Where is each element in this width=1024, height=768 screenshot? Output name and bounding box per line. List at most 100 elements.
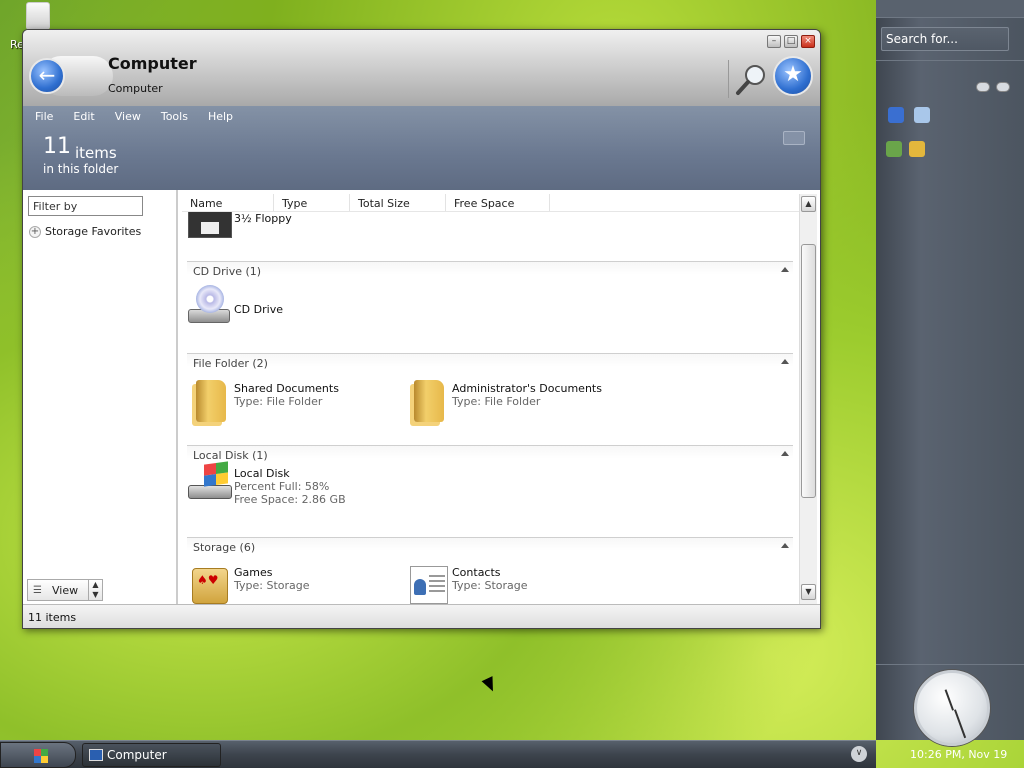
storage-favorites-label: Storage Favorites — [45, 225, 142, 238]
computer-icon — [89, 749, 103, 761]
window-subtitle: Computer — [108, 82, 163, 95]
maximize-button[interactable]: □ — [784, 35, 798, 48]
item-name: Local Disk — [234, 467, 290, 480]
windows-logo-icon — [34, 749, 48, 763]
menu-help[interactable]: Help — [196, 106, 241, 128]
clock-time: 10:26 PM, Nov 19 — [910, 748, 1008, 761]
clock-hour-hand — [944, 689, 954, 711]
group-header-storage[interactable]: Storage (6) — [187, 537, 793, 554]
cd-disc-icon — [196, 285, 224, 313]
item-detail: Type: Storage — [234, 579, 310, 592]
item-name: Contacts — [452, 566, 501, 579]
info-pane-icon[interactable] — [783, 131, 805, 145]
left-pane: Filter by + Storage Favorites ☰ View ▲ ▼ — [23, 190, 178, 604]
list-item-floppy[interactable]: 3½ Floppy — [186, 212, 292, 240]
column-type[interactable]: Type — [274, 194, 350, 211]
minimize-button[interactable]: – — [767, 35, 781, 48]
chevron-down-icon[interactable]: ∨ — [851, 746, 867, 762]
item-name: 3½ Floppy — [234, 212, 292, 225]
hard-disk-icon — [188, 485, 232, 499]
item-name: Shared Documents — [234, 382, 339, 395]
item-count-subtitle: in this folder — [43, 162, 119, 176]
close-button[interactable]: × — [801, 35, 815, 48]
windows-logo-icon — [204, 461, 228, 487]
sidebar-search-input[interactable]: Search for... — [881, 27, 1009, 51]
item-detail: Percent Full: 58% — [234, 480, 330, 493]
collapse-icon[interactable] — [781, 543, 789, 548]
menu-file[interactable]: File — [23, 106, 61, 128]
analog-clock[interactable] — [914, 670, 990, 746]
network-icon[interactable] — [888, 107, 904, 123]
group-title: CD Drive (1) — [193, 265, 262, 278]
toolbar-divider — [728, 60, 729, 98]
update-icon[interactable] — [886, 141, 902, 157]
chat-bubble-icon[interactable] — [996, 82, 1010, 92]
explorer-window: ← Computer Computer ★ – □ × File Edit Vi… — [22, 29, 821, 629]
column-total-size[interactable]: Total Size — [350, 194, 446, 211]
view-button[interactable]: ☰ View ▲ ▼ — [27, 579, 103, 601]
folder-icon — [414, 380, 444, 422]
contacts-icon — [410, 566, 448, 604]
search-icon[interactable] — [735, 62, 769, 96]
sidebar-top-strip — [876, 0, 1024, 18]
item-detail: Type: Storage — [452, 579, 528, 592]
sidebar: Search for... 10:26 PM, Nov 19 — [876, 0, 1024, 761]
scroll-down-button[interactable]: ▼ — [801, 584, 816, 600]
group-header-cd-drive[interactable]: CD Drive (1) — [187, 261, 793, 278]
group-title: Storage (6) — [193, 541, 256, 554]
header-band: File Edit View Tools Help 11 items in th… — [23, 106, 820, 190]
folder-icon — [196, 380, 226, 422]
group-header-file-folder[interactable]: File Folder (2) — [187, 353, 793, 370]
column-headers: Name Type Total Size Free Space — [182, 194, 800, 212]
menu-edit[interactable]: Edit — [61, 106, 102, 128]
column-name[interactable]: Name — [182, 194, 274, 211]
floppy-drive-icon — [188, 212, 232, 238]
collapse-icon[interactable] — [781, 359, 789, 364]
volume-icon[interactable] — [914, 107, 930, 123]
filter-input[interactable]: Filter by — [28, 196, 143, 216]
window-title: Computer — [108, 54, 197, 73]
favorites-star-button[interactable]: ★ — [773, 56, 813, 96]
menu-tools[interactable]: Tools — [149, 106, 196, 128]
item-name: Administrator's Documents — [452, 382, 602, 395]
taskbar-item-label: Computer — [107, 748, 167, 762]
list-item-contacts[interactable]: Contacts Type: Storage — [404, 562, 528, 604]
collapse-icon[interactable] — [781, 267, 789, 272]
content-pane: Name Type Total Size Free Space 3½ Flopp… — [180, 194, 820, 604]
column-free-space[interactable]: Free Space — [446, 194, 550, 211]
item-name: CD Drive — [234, 303, 283, 316]
item-detail: Type: File Folder — [234, 395, 323, 408]
back-button[interactable]: ← — [29, 58, 65, 94]
list-item-shared-documents[interactable]: Shared Documents Type: File Folder — [186, 378, 339, 422]
collapse-icon[interactable] — [781, 451, 789, 456]
group-header-local-disk[interactable]: Local Disk (1) — [187, 445, 793, 462]
vertical-scrollbar[interactable]: ▲ ▼ — [799, 194, 817, 604]
expand-icon[interactable]: + — [29, 225, 41, 238]
list-view-icon: ☰ — [33, 584, 42, 596]
title-bar[interactable]: ← Computer Computer ★ – □ × — [23, 30, 820, 106]
scroll-thumb[interactable] — [801, 244, 816, 498]
view-stepper-icon[interactable]: ▲ ▼ — [88, 580, 102, 600]
sidebar-divider — [876, 60, 1024, 61]
view-label: View — [52, 583, 79, 597]
clock-minute-hand — [954, 709, 967, 739]
recycle-bin-icon[interactable] — [26, 2, 50, 30]
group-title: File Folder (2) — [193, 357, 268, 370]
list-item-games[interactable]: Games Type: Storage — [186, 562, 310, 604]
games-icon — [192, 568, 228, 604]
start-button[interactable] — [0, 742, 76, 768]
status-bar: 11 items — [23, 604, 820, 628]
security-icon[interactable] — [909, 141, 925, 157]
taskbar-item-computer[interactable]: Computer — [82, 743, 221, 767]
item-count-word: items — [75, 144, 117, 162]
list-item-administrators-documents[interactable]: Administrator's Documents Type: File Fol… — [404, 378, 602, 422]
scroll-up-button[interactable]: ▲ — [801, 196, 816, 212]
item-count: 11 — [43, 134, 71, 159]
list-item-local-disk[interactable]: Local Disk Percent Full: 58% Free Space:… — [186, 461, 346, 507]
menu-bar: File Edit View Tools Help — [23, 106, 241, 128]
list-item-cd-drive[interactable]: CD Drive — [186, 285, 283, 329]
storage-favorites[interactable]: + Storage Favorites — [29, 225, 141, 238]
menu-view[interactable]: View — [103, 106, 149, 128]
item-name: Games — [234, 566, 273, 579]
chat-bubble-icon[interactable] — [976, 82, 990, 92]
